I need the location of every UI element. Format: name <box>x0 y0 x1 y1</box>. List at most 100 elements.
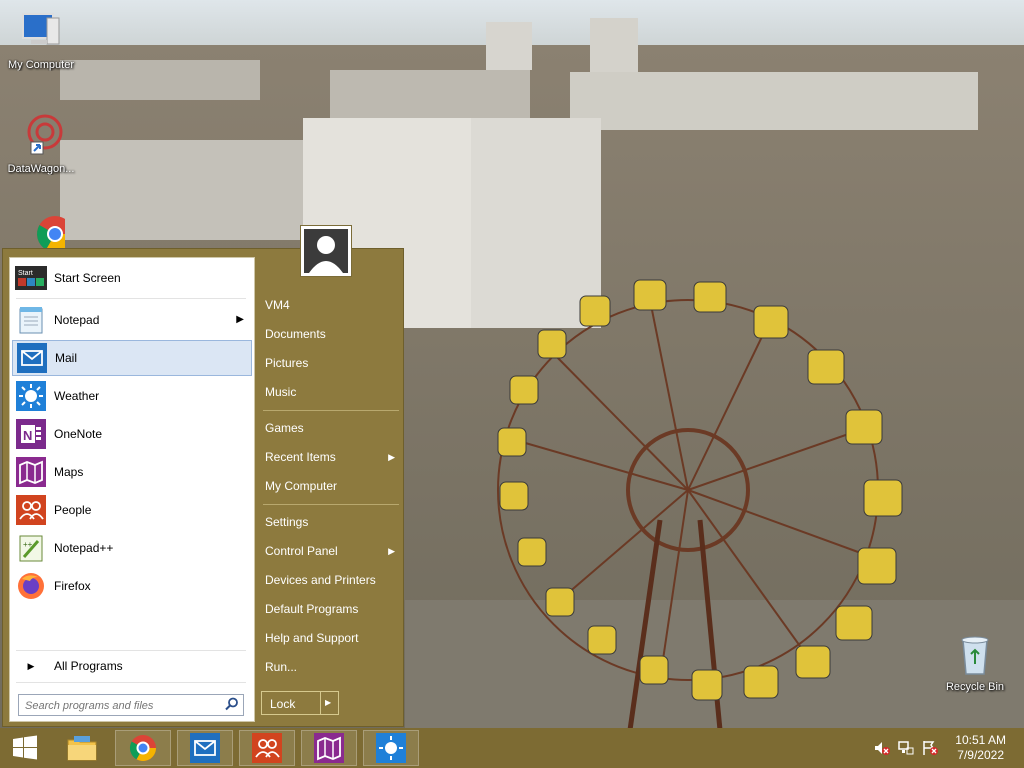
program-label: Firefox <box>54 579 91 593</box>
program-people[interactable]: People <box>12 492 252 528</box>
windows-logo-icon <box>13 735 37 760</box>
place-default-programs[interactable]: Default Programs <box>265 596 401 622</box>
notepadpp-icon: ++ <box>15 532 47 564</box>
lock-label: Lock <box>270 697 296 711</box>
datawagon-shortcut-icon <box>27 114 63 155</box>
program-start-screen[interactable]: Start Start Screen <box>12 260 252 296</box>
program-label: OneNote <box>54 427 103 441</box>
search-box[interactable] <box>18 694 244 716</box>
taskbar-chrome[interactable] <box>115 730 171 766</box>
start-screen-icon: Start <box>15 262 47 294</box>
program-label: Maps <box>54 465 84 479</box>
place-documents[interactable]: Documents <box>265 321 401 347</box>
onenote-icon: N <box>15 418 47 450</box>
svg-text:N: N <box>23 428 32 443</box>
desktop-icon-label: DataWagon... <box>7 163 75 175</box>
place-label: Recent Items <box>265 450 336 464</box>
desktop-icon-label: Recycle Bin <box>945 681 1005 693</box>
notepad-icon <box>15 304 47 336</box>
divider <box>16 298 246 299</box>
place-label: Control Panel <box>265 544 338 558</box>
place-pictures[interactable]: Pictures <box>265 350 401 376</box>
taskbar-maps[interactable] <box>301 730 357 766</box>
desktop-icon-datawagon[interactable]: DataWagon... <box>0 112 82 175</box>
program-label: People <box>54 503 92 517</box>
place-settings[interactable]: Settings <box>265 509 401 535</box>
divider <box>263 504 399 505</box>
desktop-icon-recycle-bin[interactable]: Recycle Bin <box>934 630 1016 693</box>
file-explorer-icon <box>67 736 97 761</box>
place-music[interactable]: Music <box>265 379 401 405</box>
all-programs-arrow-icon: ▶ <box>27 660 35 671</box>
place-games[interactable]: Games <box>265 415 401 441</box>
program-firefox[interactable]: Firefox <box>12 568 252 604</box>
chrome-icon <box>129 735 157 762</box>
submenu-arrow-icon: ▶ <box>388 546 395 556</box>
program-onenote[interactable]: N OneNote <box>12 416 252 452</box>
taskbar-file-explorer[interactable] <box>54 730 110 766</box>
place-my-computer[interactable]: My Computer <box>265 473 401 499</box>
all-programs-button[interactable]: ▶ All Programs <box>12 654 252 678</box>
start-screen-tile-text: Start <box>18 270 33 277</box>
place-label: Default Programs <box>265 602 359 616</box>
program-label: Notepad++ <box>54 541 114 555</box>
divider <box>16 650 246 651</box>
taskbar-people[interactable] <box>239 730 295 766</box>
taskbar: 10:51 AM 7/9/2022 <box>0 728 1024 768</box>
place-run[interactable]: Run... <box>265 654 401 680</box>
maps-icon <box>15 456 47 488</box>
place-label: Help and Support <box>265 631 359 645</box>
chrome-icon <box>36 216 73 253</box>
lock-button[interactable]: Lock ▶ <box>261 691 339 715</box>
network-icon[interactable] <box>898 740 914 756</box>
mail-icon <box>16 342 48 374</box>
people-icon <box>15 494 47 526</box>
place-label: Pictures <box>265 356 309 370</box>
place-control-panel[interactable]: Control Panel ▶ <box>265 538 401 564</box>
submenu-arrow-icon: ▶ <box>236 314 244 325</box>
divider <box>320 692 321 714</box>
user-account-picture[interactable] <box>300 225 352 277</box>
taskbar-clock[interactable]: 10:51 AM 7/9/2022 <box>955 733 1006 763</box>
volume-muted-icon[interactable] <box>874 740 890 756</box>
place-label: Settings <box>265 515 309 529</box>
all-programs-label: All Programs <box>54 659 123 673</box>
search-icon[interactable] <box>225 697 239 714</box>
mail-icon <box>190 733 220 763</box>
program-notepad[interactable]: Notepad ▶ <box>12 302 252 338</box>
place-help-and-support[interactable]: Help and Support <box>265 625 401 651</box>
divider <box>16 682 246 683</box>
computer-icon <box>22 13 60 45</box>
start-button[interactable] <box>0 730 50 766</box>
place-label: Games <box>265 421 304 435</box>
place-label: Devices and Printers <box>265 573 376 587</box>
people-icon <box>252 733 282 763</box>
place-label: VM4 <box>265 298 290 312</box>
search-input[interactable] <box>23 696 223 716</box>
place-label: Documents <box>265 327 326 341</box>
place-recent-items[interactable]: Recent Items ▶ <box>265 444 401 470</box>
action-center-flag-icon[interactable] <box>922 740 938 756</box>
divider <box>263 410 399 411</box>
weather-icon <box>376 733 406 763</box>
place-user-folder[interactable]: VM4 <box>265 292 401 318</box>
program-label: Notepad <box>54 313 100 327</box>
desktop-icon-my-computer[interactable]: My Computer <box>0 8 82 71</box>
program-maps[interactable]: Maps <box>12 454 252 490</box>
program-mail[interactable]: Mail <box>12 340 252 376</box>
power-options-arrow-icon[interactable]: ▶ <box>325 698 331 707</box>
place-devices-and-printers[interactable]: Devices and Printers <box>265 567 401 593</box>
taskbar-weather[interactable] <box>363 730 419 766</box>
start-menu-programs-pane: Start Start Screen Notepad ▶ Mail Weathe… <box>9 257 255 722</box>
program-label: Mail <box>55 351 78 365</box>
submenu-arrow-icon: ▶ <box>388 452 395 462</box>
program-weather[interactable]: Weather <box>12 378 252 414</box>
weather-icon <box>15 380 47 412</box>
program-label: Weather <box>54 389 100 403</box>
place-label: Music <box>265 385 297 399</box>
taskbar-mail[interactable] <box>177 730 233 766</box>
start-menu: Start Start Screen Notepad ▶ Mail Weathe… <box>2 248 404 727</box>
program-notepadpp[interactable]: ++ Notepad++ <box>12 530 252 566</box>
place-label: Run... <box>265 660 298 674</box>
clock-date: 7/9/2022 <box>957 748 1004 762</box>
